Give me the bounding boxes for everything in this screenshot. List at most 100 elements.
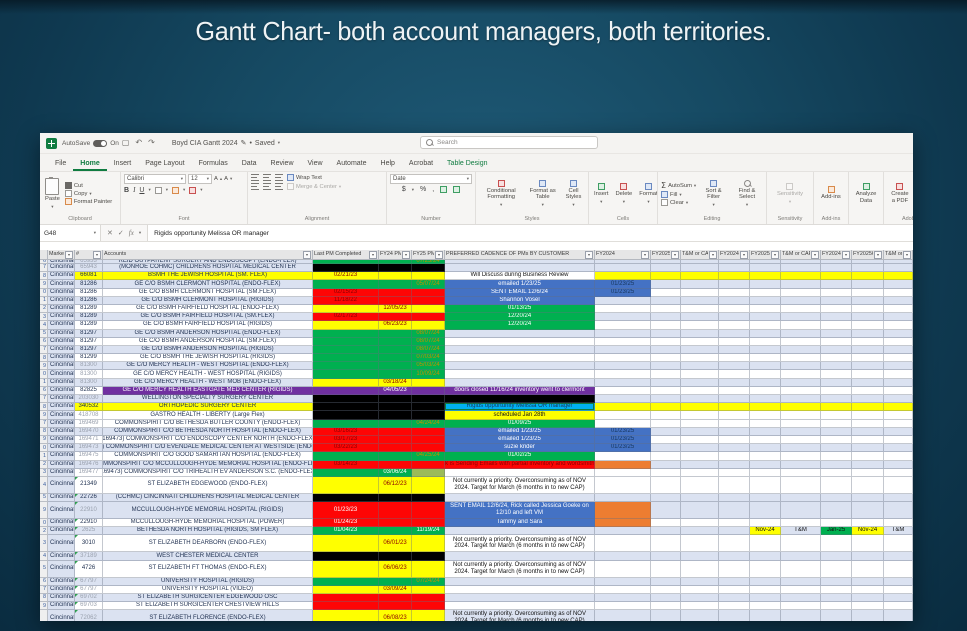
cell-gantt-r2[interactable] [681, 494, 719, 502]
cell-gantt-r1[interactable] [651, 444, 681, 452]
cell-preferred-cadence[interactable] [445, 330, 595, 338]
cell-preferred-cadence[interactable]: Rigids opportunity Melissa OR manager [445, 403, 595, 411]
cell-market[interactable]: Cincinnati [48, 428, 75, 436]
cell-gantt-r5[interactable] [781, 552, 821, 560]
cell-gantt-r1[interactable] [651, 280, 681, 288]
cell-gantt-r7[interactable] [852, 305, 884, 313]
cell-gantt-r3[interactable] [719, 594, 750, 602]
filter-dropdown-icon[interactable]: ▾ [874, 251, 882, 259]
cell-gantt-r3[interactable] [719, 502, 750, 519]
cell-preferred-cadence[interactable] [445, 527, 595, 535]
row-number[interactable]: 9 [40, 602, 48, 610]
cell-preferred-cadence[interactable] [445, 346, 595, 354]
insert-cells-button[interactable]: Insert▾ [592, 182, 611, 205]
cell-account-number[interactable]: 81289 [75, 321, 103, 329]
cell-gantt-r2[interactable] [681, 289, 719, 297]
cell-gantt-r7[interactable] [852, 469, 884, 477]
cell-gantt-r7[interactable] [852, 338, 884, 346]
cell-fy25[interactable] [412, 610, 445, 621]
cell-gantt-r8[interactable] [884, 280, 913, 288]
cell-gantt-r4[interactable] [750, 411, 781, 419]
cell-gantt-r3[interactable] [719, 346, 750, 354]
cell-gantt-r2[interactable] [681, 330, 719, 338]
cell-gantt-r1[interactable] [651, 428, 681, 436]
cell-gantt-r3[interactable] [719, 428, 750, 436]
cell-preferred-cadence[interactable]: Tammy and Sara [445, 519, 595, 527]
cell-gantt-r5[interactable] [781, 379, 821, 387]
cell-gantt-r6[interactable] [821, 321, 852, 329]
cell-last[interactable] [313, 602, 379, 610]
cell-gantt-r6[interactable] [821, 387, 852, 395]
cell-last[interactable]: 03/14/23 [313, 461, 379, 469]
filter-dropdown-icon[interactable]: ▾ [811, 251, 819, 259]
cell-gantt-r2[interactable] [681, 561, 719, 578]
search-input[interactable]: Search [420, 136, 598, 149]
cell-gantt-r8[interactable] [884, 354, 913, 362]
column-header-r0[interactable]: FY2024▾ [595, 250, 651, 260]
cell-gantt-r6[interactable] [821, 461, 852, 469]
cell-account-name[interactable]: ST ELIZABETH FT THOMAS (ENDO-FLEX) [103, 561, 313, 578]
cell-preferred-cadence[interactable]: emailed 1/23/25 [445, 436, 595, 444]
cell-gantt-r0[interactable]: 01/23/25 [595, 280, 651, 288]
row-number[interactable]: 8 [40, 272, 48, 280]
cell-gantt-r7[interactable] [852, 289, 884, 297]
cell-account-number[interactable]: 81286 [75, 297, 103, 305]
cell-gantt-r5[interactable] [781, 594, 821, 602]
cell-last[interactable] [313, 346, 379, 354]
cell-preferred-cadence[interactable] [445, 469, 595, 477]
cell-account-number[interactable]: 169477 [75, 469, 103, 477]
cell-gantt-r4[interactable] [750, 420, 781, 428]
cell-gantt-r4[interactable] [750, 578, 781, 586]
cell-account-number[interactable]: 81299 [75, 354, 103, 362]
sensitivity-button[interactable]: Sensitivity▾ [775, 182, 805, 205]
cell-gantt-r5[interactable] [781, 264, 821, 272]
autosave-toggle[interactable] [93, 140, 107, 147]
cell-gantt-r1[interactable] [651, 502, 681, 519]
cell-gantt-r0[interactable] [595, 338, 651, 346]
cell-gantt-r5[interactable] [781, 578, 821, 586]
cell-fy24[interactable] [379, 313, 412, 321]
tab-automate[interactable]: Automate [330, 157, 374, 171]
column-header-r5[interactable]: T&M or CAP4▾ [781, 250, 821, 260]
cell-account-name[interactable]: UNIVERSITY HOSPITAL (RIGIDS) [103, 578, 313, 586]
cell-gantt-r6[interactable] [821, 379, 852, 387]
cell-account-name[interactable]: GE C/O BSMH ANDERSON HOSPITAL (RIGIDS) [103, 346, 313, 354]
cell-gantt-r1[interactable] [651, 305, 681, 313]
cell-gantt-r8[interactable] [884, 477, 913, 494]
grow-font-button[interactable]: A▴ [214, 174, 222, 184]
cell-fy24[interactable] [379, 272, 412, 280]
row-number[interactable]: 1 [40, 297, 48, 305]
format-cells-button[interactable]: Format▾ [637, 182, 657, 205]
cell-gantt-r4[interactable] [750, 354, 781, 362]
cell-market[interactable]: Cincinnati [48, 469, 75, 477]
cell-last[interactable] [313, 403, 379, 411]
cell-gantt-r2[interactable] [681, 444, 719, 452]
cell-gantt-r1[interactable] [651, 535, 681, 552]
cell-gantt-r6[interactable] [821, 395, 852, 403]
cell-fy24[interactable] [379, 519, 412, 527]
align-bottom-icon[interactable] [275, 174, 283, 181]
cell-gantt-r0[interactable]: 01/23/25 [595, 436, 651, 444]
cell-gantt-r0[interactable] [595, 264, 651, 272]
cell-gantt-r8[interactable] [884, 297, 913, 305]
cell-gantt-r2[interactable] [681, 362, 719, 370]
cell-gantt-r2[interactable] [681, 272, 719, 280]
cell-fy24[interactable] [379, 420, 412, 428]
row-number[interactable]: 9 [40, 502, 48, 519]
cell-gantt-r3[interactable] [719, 395, 750, 403]
cell-fy25[interactable] [412, 321, 445, 329]
cell-gantt-r3[interactable] [719, 362, 750, 370]
cell-preferred-cadence[interactable]: doors closed 11/16/24 inventory went to … [445, 387, 595, 395]
cell-gantt-r6[interactable] [821, 452, 852, 460]
copy-button[interactable]: Copy▾ [65, 190, 112, 197]
cell-account-number[interactable]: 81297 [75, 330, 103, 338]
row-number[interactable]: 9 [40, 362, 48, 370]
cell-gantt-r8[interactable] [884, 403, 913, 411]
cell-gantt-r7[interactable] [852, 321, 884, 329]
cell-account-name[interactable]: GE C/O BSMH ANDERSON HOSPITAL (ENDO-FLEX… [103, 330, 313, 338]
cell-fy25[interactable] [412, 428, 445, 436]
autosum-button[interactable]: ΣAutoSum▾ [661, 181, 696, 190]
cell-market[interactable]: Cincinnati [48, 502, 75, 519]
cell-account-name[interactable]: GE C/O BSMH CLERMONT HOSPITAL (RIGIDS) [103, 297, 313, 305]
cell-last[interactable] [313, 452, 379, 460]
